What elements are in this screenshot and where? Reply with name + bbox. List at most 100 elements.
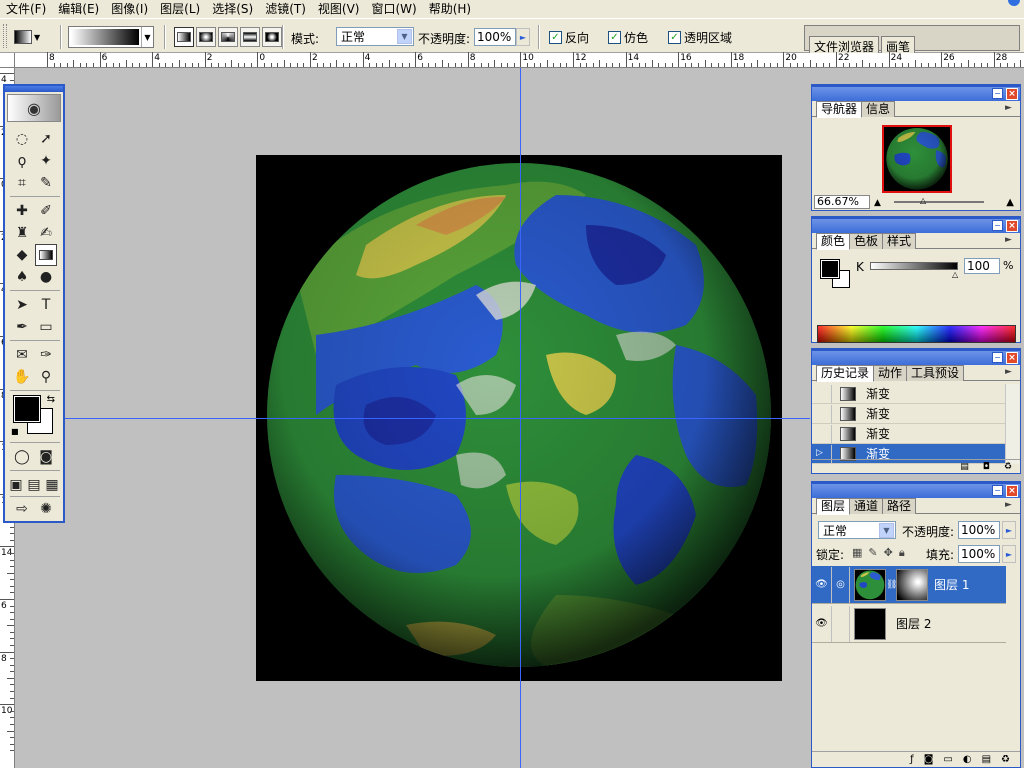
eraser-icon[interactable]: ◆ xyxy=(11,244,33,266)
swap-colors-icon[interactable]: ⇆ xyxy=(47,394,55,405)
history-brush-icon[interactable]: ✍ xyxy=(35,222,57,244)
lock-transparency-icon[interactable]: ▦ xyxy=(852,546,862,560)
marquee-icon[interactable]: ◌ xyxy=(11,128,33,150)
move-icon[interactable]: ➚ xyxy=(35,128,57,150)
close-icon[interactable]: × xyxy=(1006,485,1018,497)
add-mask-icon[interactable]: ◙ xyxy=(924,754,934,765)
screen-mode-full-menu-icon[interactable]: ▤ xyxy=(25,474,43,496)
tab-navigator[interactable]: 导航器 xyxy=(816,101,863,118)
horizontal-guide[interactable] xyxy=(15,418,810,419)
k-value-input[interactable]: 100 xyxy=(964,258,1000,274)
history-scrollbar[interactable] xyxy=(1005,384,1019,464)
path-selection-icon[interactable]: ➤ xyxy=(11,294,33,316)
fill-input[interactable]: 100% xyxy=(958,545,1000,563)
foreground-color-swatch[interactable] xyxy=(820,259,840,279)
k-slider-knob[interactable]: △ xyxy=(952,270,958,279)
close-icon[interactable]: × xyxy=(1006,352,1018,364)
menu-edit[interactable]: 编辑(E) xyxy=(52,0,105,19)
eyedropper-icon[interactable]: ✑ xyxy=(35,344,57,366)
adobe-logo-icon[interactable]: ◉ xyxy=(7,94,61,122)
zoom-icon[interactable]: ⚲ xyxy=(35,366,57,388)
history-item[interactable]: 渐变 xyxy=(812,384,1006,404)
options-grip-icon[interactable] xyxy=(3,24,7,48)
pen-icon[interactable]: ✒ xyxy=(11,316,33,338)
k-slider[interactable] xyxy=(870,262,958,270)
screen-mode-full-icon[interactable]: ▦ xyxy=(43,474,61,496)
tab-tool-presets[interactable]: 工具预设 xyxy=(906,365,965,381)
history-item[interactable]: 渐变 xyxy=(812,404,1006,424)
brush-icon[interactable]: ✐ xyxy=(35,200,57,222)
lock-all-icon[interactable]: 🔒︎ xyxy=(899,546,905,560)
tab-styles[interactable]: 样式 xyxy=(882,233,917,249)
tab-swatches[interactable]: 色板 xyxy=(849,233,884,249)
foreground-color-swatch[interactable] xyxy=(13,395,41,423)
menu-select[interactable]: 选择(S) xyxy=(206,0,259,19)
adjustment-layer-icon[interactable]: ◐ xyxy=(963,754,972,765)
minimize-icon[interactable]: − xyxy=(992,220,1003,231)
snapshot-icon[interactable]: ◘ xyxy=(983,462,990,472)
blur-icon[interactable]: ♠ xyxy=(11,266,33,288)
menu-view[interactable]: 视图(V) xyxy=(312,0,366,19)
mode-select[interactable]: 正常 ▼ xyxy=(336,27,414,46)
quick-mask-icon[interactable]: ◙ xyxy=(35,446,57,468)
ruler-origin[interactable] xyxy=(0,53,15,68)
new-layer-icon[interactable]: ▤ xyxy=(982,754,991,765)
healing-brush-icon[interactable]: ✚ xyxy=(11,200,33,222)
hand-icon[interactable]: ✋ xyxy=(11,366,33,388)
clone-stamp-icon[interactable]: ♜ xyxy=(11,222,33,244)
opacity-input[interactable]: 100% xyxy=(474,28,516,46)
tab-actions[interactable]: 动作 xyxy=(873,365,908,381)
tab-info[interactable]: 信息 xyxy=(861,101,896,117)
opacity-slider-button[interactable]: ► xyxy=(516,28,530,46)
toolbox-titlebar[interactable] xyxy=(5,86,63,92)
tab-channels[interactable]: 通道 xyxy=(849,498,884,514)
type-icon[interactable]: T xyxy=(35,294,57,316)
tab-color[interactable]: 颜色 xyxy=(816,233,851,250)
palette-titlebar[interactable]: − × xyxy=(812,351,1020,365)
blend-mode-select[interactable]: 正常 ▼ xyxy=(818,521,896,539)
layer-opacity-input[interactable]: 100% xyxy=(958,521,1000,539)
radial-gradient-button[interactable] xyxy=(196,27,216,47)
layer-opacity-slider-button[interactable]: ► xyxy=(1002,521,1016,539)
layer-style-icon[interactable]: ƒ xyxy=(910,754,914,765)
lasso-icon[interactable]: ϙ xyxy=(11,150,33,172)
magic-wand-icon[interactable]: ✦ xyxy=(35,150,57,172)
minimize-icon[interactable]: − xyxy=(992,88,1003,99)
layer-row[interactable]: 👁︎ ◎ ⛓︎ 图层 1 xyxy=(812,566,1006,604)
menu-image[interactable]: 图像(I) xyxy=(105,0,154,19)
dodge-icon[interactable]: ● xyxy=(35,266,57,288)
close-icon[interactable]: × xyxy=(1006,88,1018,100)
palette-titlebar[interactable]: − × xyxy=(812,87,1020,101)
tab-history[interactable]: 历史记录 xyxy=(816,365,875,382)
palette-menu-icon[interactable]: ► xyxy=(1005,235,1017,247)
chain-icon[interactable]: ⛓︎ xyxy=(886,580,897,590)
eye-icon[interactable]: 👁︎ xyxy=(812,605,832,642)
transparency-checkbox[interactable]: ✓ 透明区域 xyxy=(668,29,732,46)
crop-icon[interactable]: ⌗ xyxy=(11,172,33,194)
layer-row[interactable]: 👁︎ 图层 2 xyxy=(812,605,1006,643)
well-tab-brushes[interactable]: 画笔 xyxy=(881,36,916,54)
palette-menu-icon[interactable]: ► xyxy=(1005,500,1017,512)
gradient-icon[interactable] xyxy=(35,244,57,266)
horizontal-ruler[interactable]: 8 6 4 2 0 2 4 6 8 10 12 14 16 18 20 22 24 26 28 xyxy=(15,52,1024,68)
dither-checkbox[interactable]: ✓ 仿色 xyxy=(608,29,648,46)
diamond-gradient-button[interactable] xyxy=(262,27,282,47)
tool-preset-picker[interactable]: ▼ xyxy=(14,26,54,48)
close-icon[interactable]: × xyxy=(1006,220,1018,232)
jump-to-imageready-icon[interactable]: ⇨ xyxy=(11,498,33,520)
menu-help[interactable]: 帮助(H) xyxy=(423,0,477,19)
reverse-checkbox[interactable]: ✓ 反向 xyxy=(549,29,589,46)
zoom-slider[interactable]: △ xyxy=(894,196,984,205)
menu-file[interactable]: 文件(F) xyxy=(0,0,52,19)
zoom-out-icon[interactable]: ▲ xyxy=(874,198,881,208)
angle-gradient-button[interactable] xyxy=(218,27,238,47)
default-colors-icon[interactable]: ■ xyxy=(11,427,19,436)
new-set-icon[interactable]: ▭ xyxy=(943,754,952,765)
zoom-input[interactable]: 66.67% xyxy=(814,195,870,209)
linear-gradient-button[interactable] xyxy=(174,27,194,47)
history-source-slot[interactable] xyxy=(812,424,832,443)
menu-filter[interactable]: 滤镜(T) xyxy=(259,0,312,19)
minimize-icon[interactable]: − xyxy=(992,352,1003,363)
zoom-in-icon[interactable]: ▲ xyxy=(1006,197,1014,208)
palette-titlebar[interactable]: − × xyxy=(812,219,1020,233)
